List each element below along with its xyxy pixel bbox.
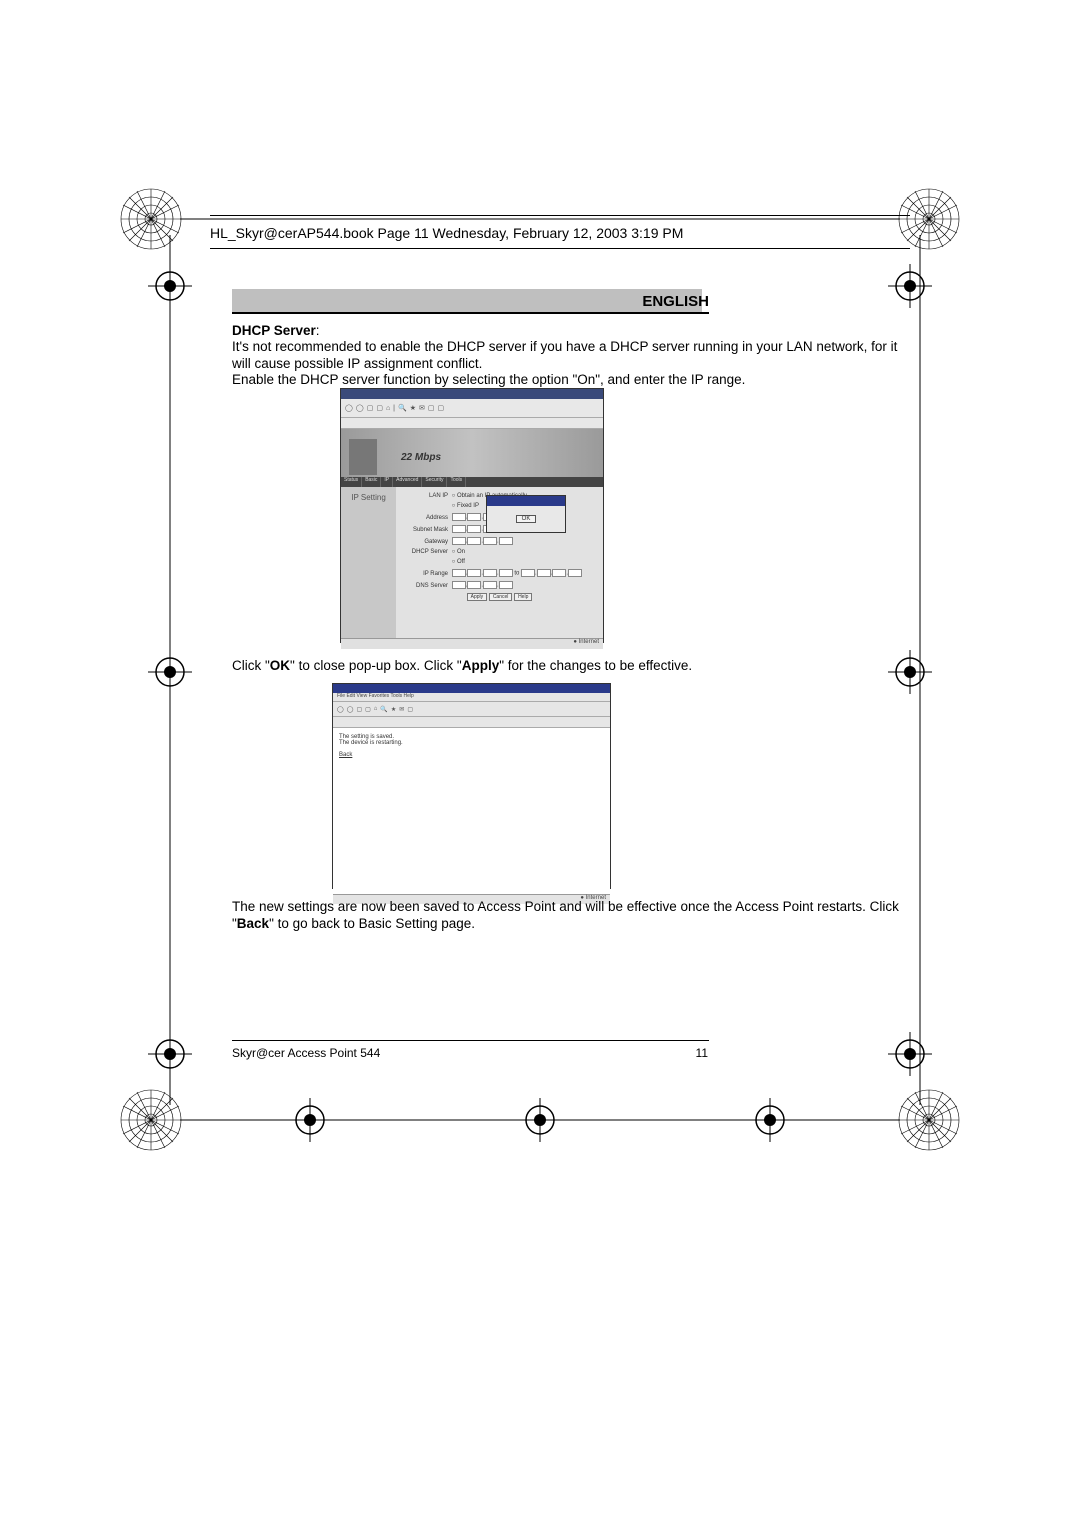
back-link: Back bbox=[339, 752, 604, 758]
registration-mark-icon bbox=[148, 1032, 192, 1076]
print-sunburst-icon bbox=[895, 185, 963, 253]
registration-mark-icon bbox=[148, 264, 192, 308]
registration-mark-icon bbox=[748, 1098, 792, 1142]
footer-product: Skyr@cer Access Point 544 bbox=[232, 1046, 380, 1060]
ip-form: LAN IP ○ Obtain an IP automatically ○ Fi… bbox=[396, 487, 603, 638]
language-label: ENGLISH bbox=[630, 293, 709, 310]
address-bar bbox=[341, 418, 603, 429]
browser-toolbar: ◯◯▢▢⌂|🔍★✉▢▢ bbox=[341, 399, 603, 418]
paragraph: Enable the DHCP server function by selec… bbox=[232, 371, 912, 388]
paragraph: Click "OK" to close pop-up box. Click "A… bbox=[232, 657, 912, 674]
status-bar: ● Internet bbox=[341, 638, 603, 649]
browser-toolbar: ◯◯▢▢⌂🔍★✉▢ bbox=[333, 702, 610, 717]
print-sunburst-icon bbox=[117, 1086, 185, 1154]
registration-mark-icon bbox=[288, 1098, 332, 1142]
help-button: Help bbox=[514, 593, 532, 601]
cancel-button: Cancel bbox=[489, 593, 513, 601]
nav-tabs: StatusBasicIPAdvancedSecurityTools bbox=[341, 477, 603, 487]
window-titlebar bbox=[333, 684, 610, 693]
running-head: HL_Skyr@cerAP544.book Page 11 Wednesday,… bbox=[210, 225, 683, 241]
popup-ok-button: OK bbox=[516, 515, 537, 523]
paragraph: The new settings are now been saved to A… bbox=[232, 898, 912, 933]
registration-mark-icon bbox=[518, 1098, 562, 1142]
print-sunburst-icon bbox=[117, 185, 185, 253]
address-bar bbox=[333, 717, 610, 728]
apply-button: Apply bbox=[467, 593, 488, 601]
popup-dialog: OK bbox=[486, 495, 566, 533]
screenshot-ip-setting: ◯◯▢▢⌂|🔍★✉▢▢ 22 Mbps StatusBasicIPAdvance… bbox=[340, 388, 604, 643]
header-rule bbox=[210, 248, 910, 249]
menu-bar: File Edit View Favorites Tools Help bbox=[333, 693, 610, 702]
header-rule bbox=[210, 215, 910, 216]
page-banner: 22 Mbps bbox=[341, 429, 603, 477]
print-sunburst-icon bbox=[895, 1086, 963, 1154]
language-underline bbox=[232, 312, 709, 314]
footer-page-number: 11 bbox=[696, 1046, 708, 1060]
page-content: The setting is saved. The device is rest… bbox=[333, 728, 610, 894]
banner-brand: 22 Mbps bbox=[401, 452, 441, 463]
banner-thumb bbox=[349, 439, 377, 475]
section-title: DHCP Server bbox=[232, 323, 316, 338]
side-label: IP Setting bbox=[341, 487, 396, 638]
registration-mark-icon bbox=[888, 1032, 932, 1076]
paragraph: It's not recommended to enable the DHCP … bbox=[232, 338, 912, 373]
footer-rule bbox=[232, 1040, 709, 1041]
registration-mark-icon bbox=[148, 650, 192, 694]
registration-mark-icon bbox=[888, 264, 932, 308]
window-titlebar bbox=[341, 389, 603, 399]
screenshot-restart: File Edit View Favorites Tools Help ◯◯▢▢… bbox=[332, 683, 611, 889]
